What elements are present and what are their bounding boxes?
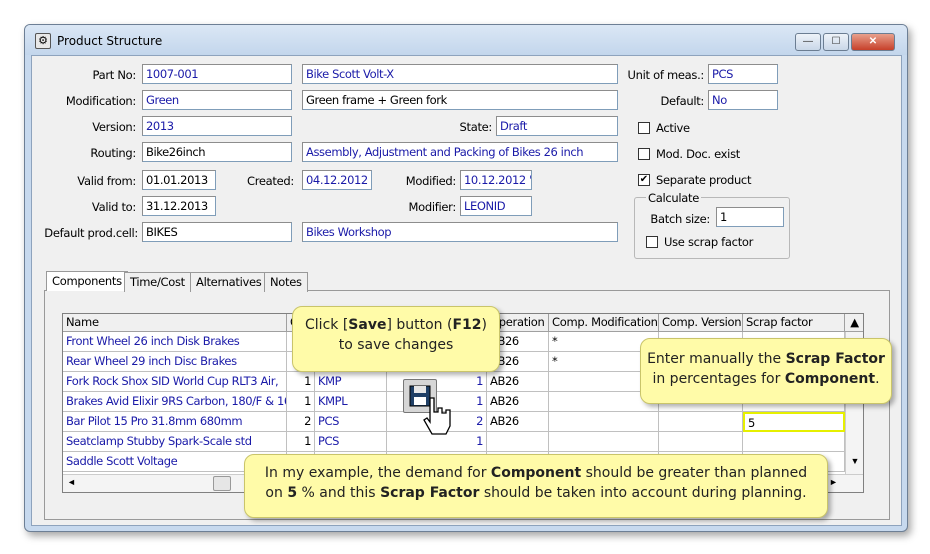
cell-op[interactable]: AB26 <box>487 412 549 432</box>
mod-doc-label: Mod. Doc. exist <box>656 147 740 161</box>
default-field[interactable]: No <box>708 90 778 110</box>
created-field[interactable]: 04.12.2012 <box>302 170 372 190</box>
scroll-right-icon[interactable]: ► <box>829 477 838 487</box>
part-no-label: Part No: <box>92 68 137 82</box>
tab-components[interactable]: Components <box>46 271 128 291</box>
cell-ver[interactable] <box>659 432 743 452</box>
cell-name[interactable]: Bar Pilot 15 Pro 31.8mm 680mm <box>63 412 287 432</box>
modification-field[interactable]: Green <box>142 90 292 110</box>
modification-label: Modification: <box>65 94 136 108</box>
minimize-button[interactable]: — <box>795 33 821 51</box>
cell-unit[interactable]: PCS <box>315 432 387 452</box>
prod-cell-desc-field[interactable]: Bikes Workshop <box>302 222 618 242</box>
close-button[interactable]: ✕ <box>851 33 895 51</box>
cell-name[interactable]: Brakes Avid Elixir 9RS Carbon, 180/F & 1… <box>63 392 287 412</box>
example-callout: In my example, the demand for Component … <box>244 454 828 518</box>
cell-mod[interactable] <box>549 432 659 452</box>
routing-desc-field[interactable]: Assembly, Adjustment and Packing of Bike… <box>302 142 618 162</box>
routing-field[interactable]: Bike26inch <box>142 142 292 162</box>
col-header-comp-modification[interactable]: Comp. Modification <box>549 314 659 332</box>
cell-op[interactable] <box>487 432 549 452</box>
cell-name[interactable]: Seatclamp Stubby Spark-Scale std <box>63 432 287 452</box>
use-scrap-factor-label: Use scrap factor <box>664 235 754 249</box>
cell-name[interactable]: Fork Rock Shox SID World Cup RLT3 Air, <box>63 372 287 392</box>
scroll-left-icon[interactable]: ◄ <box>67 477 76 487</box>
part-name-field[interactable]: Bike Scott Volt-X <box>302 64 618 84</box>
tab-notes[interactable]: Notes <box>264 272 308 292</box>
cell-op[interactable]: AB26 <box>487 392 549 412</box>
hand-pointer-icon <box>423 397 451 435</box>
active-label: Active <box>656 121 690 135</box>
created-label: Created: <box>247 174 294 188</box>
cell-unit[interactable]: KMP <box>315 372 387 392</box>
uom-label: Unit of meas.: <box>627 68 705 82</box>
routing-label: Routing: <box>90 146 136 160</box>
valid-from-label: Valid from: <box>77 174 136 188</box>
cell-name[interactable]: Front Wheel 26 inch Disk Brakes <box>63 332 287 352</box>
version-field[interactable]: 2013 <box>142 116 292 136</box>
modification-desc-field[interactable]: Green frame + Green fork <box>302 90 618 110</box>
cell-unit[interactable]: KMPL <box>315 392 387 412</box>
maximize-button[interactable]: ☐ <box>823 33 849 51</box>
prod-cell-field[interactable]: BIKES <box>142 222 292 242</box>
cell-unit[interactable]: PCS <box>315 412 387 432</box>
save-callout: Click [Save] button (F12) to save changes <box>292 306 500 372</box>
separate-product-label: Separate product <box>656 173 752 187</box>
modified-field[interactable]: 10.12.2012 ' <box>460 170 532 190</box>
batch-size-field[interactable]: 1 <box>716 207 784 227</box>
calculate-label: Calculate <box>646 189 702 207</box>
col-header-comp-version[interactable]: Comp. Version <box>659 314 743 332</box>
cell-qty[interactable]: 2 <box>287 412 315 432</box>
cell-name[interactable]: Rear Wheel 29 inch Disc Brakes <box>63 352 287 372</box>
modifier-label: Modifier: <box>408 200 457 214</box>
active-checkbox[interactable] <box>638 122 650 134</box>
scroll-down-icon[interactable]: ▼ <box>845 452 863 470</box>
modifier-field[interactable]: LEONID <box>460 196 532 216</box>
cell-scrap[interactable] <box>743 432 845 452</box>
cell-ver[interactable] <box>659 412 743 432</box>
cell-mod[interactable] <box>549 412 659 432</box>
state-label: State: <box>459 120 492 134</box>
mod-doc-checkbox[interactable] <box>638 148 650 160</box>
modified-label: Modified: <box>405 174 457 188</box>
scroll-thumb[interactable] <box>213 476 231 491</box>
batch-size-label: Batch size: <box>650 212 710 226</box>
prod-cell-label: Default prod.cell: <box>44 226 138 240</box>
cell-op[interactable]: AB26 <box>487 372 549 392</box>
cell-qty[interactable]: 1 <box>287 392 315 412</box>
col-header-scrap-factor[interactable]: Scrap factor <box>743 314 845 332</box>
use-scrap-factor-checkbox[interactable] <box>646 236 658 248</box>
part-no-field[interactable]: 1007-001 <box>142 64 292 84</box>
cell-qty[interactable]: 1 <box>287 372 315 392</box>
scrap-factor-callout: Enter manually the Scrap Factor in percen… <box>640 338 892 404</box>
app-icon: ⚙ <box>35 33 51 49</box>
valid-from-field[interactable]: 01.01.2013 <box>142 170 216 190</box>
tab-time-cost[interactable]: Time/Cost <box>124 272 191 292</box>
window-title: Product Structure <box>57 34 163 48</box>
cell-n[interactable]: 1 <box>387 372 487 392</box>
col-header-name[interactable]: Name <box>63 314 287 332</box>
scroll-up-icon[interactable]: ▲ <box>845 314 863 332</box>
valid-to-field[interactable]: 31.12.2013 <box>142 196 216 216</box>
version-label: Version: <box>92 120 136 134</box>
title-bar[interactable]: ⚙ Product Structure — ☐ ✕ <box>25 25 907 55</box>
valid-to-label: Valid to: <box>91 200 136 214</box>
cell-qty[interactable]: 1 <box>287 432 315 452</box>
default-label: Default: <box>660 94 705 108</box>
separate-product-checkbox[interactable]: ✔ <box>638 174 650 186</box>
cell-scrap[interactable]: 5 <box>743 412 845 432</box>
tab-alternatives[interactable]: Alternatives <box>190 272 268 292</box>
uom-field[interactable]: PCS <box>708 64 778 84</box>
state-field[interactable]: Draft <box>496 116 618 136</box>
